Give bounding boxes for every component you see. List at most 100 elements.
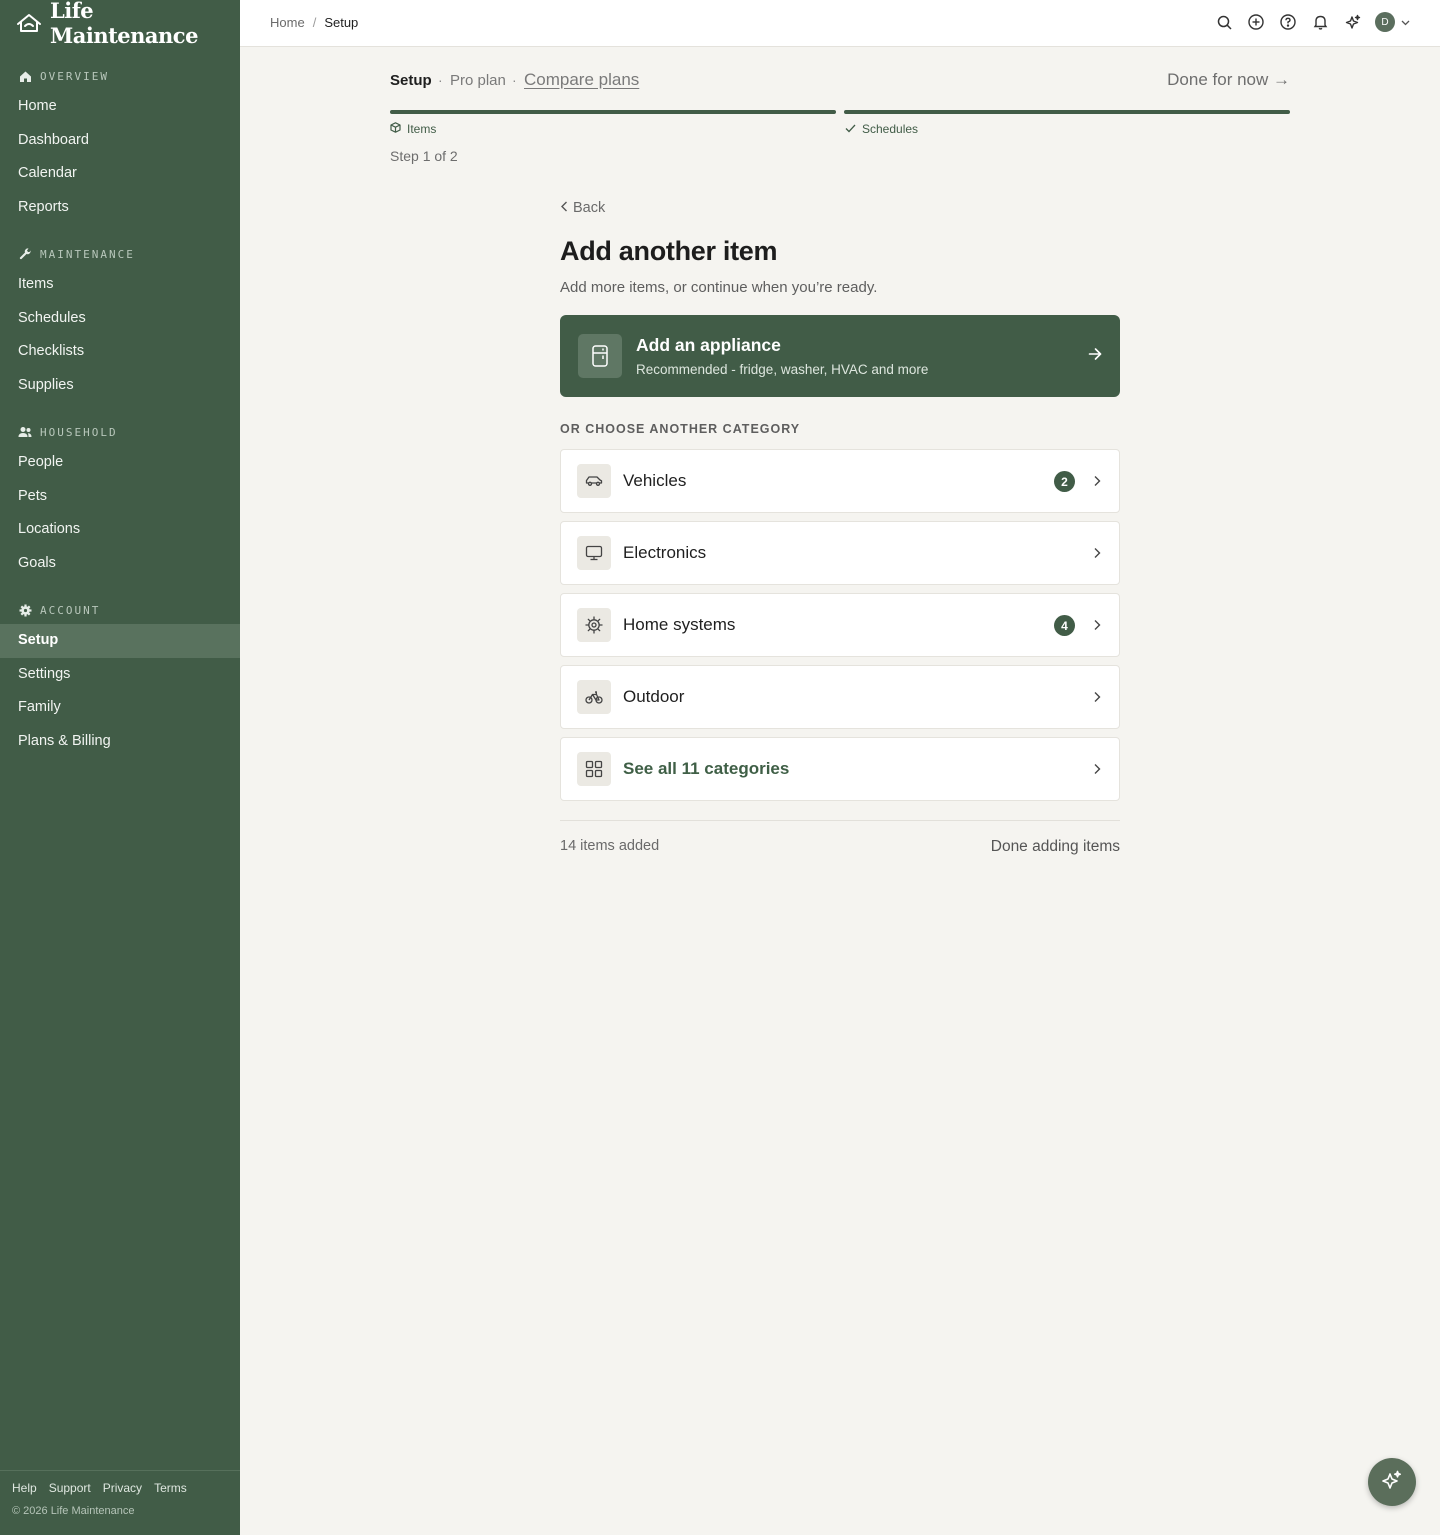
avatar: D: [1375, 12, 1395, 32]
items-added-count: 14 items added: [560, 838, 660, 854]
category-vehicles[interactable]: Vehicles 2: [560, 449, 1120, 513]
nav-heading: OVERVIEW: [40, 69, 109, 83]
sidebar: Life Maintenance OVERVIEW Home Dashboard…: [0, 0, 240, 1535]
sidebar-item-items[interactable]: Items: [0, 268, 240, 302]
topbar-actions: D: [1215, 12, 1410, 32]
back-link[interactable]: Back: [560, 198, 1120, 218]
setup-footer: 14 items added Done adding items: [560, 820, 1120, 856]
appliance-title: Add an appliance: [636, 335, 781, 355]
page-title: Add another item: [560, 236, 778, 266]
done-for-now-button[interactable]: Done for now →: [1167, 70, 1290, 90]
category-label: Vehicles: [623, 471, 687, 490]
arrow-right-icon: [1088, 347, 1102, 366]
sparkle-icon[interactable]: [1343, 13, 1361, 31]
home-icon: [18, 69, 32, 83]
sidebar-item-plans-billing[interactable]: Plans & Billing: [0, 725, 240, 759]
sparkle-icon: [1381, 1469, 1403, 1496]
page-subtitle: Add more items, or continue when you’re …: [560, 279, 878, 296]
nav-heading: ACCOUNT: [40, 603, 101, 617]
category-outdoor[interactable]: Outdoor: [560, 665, 1120, 729]
sidebar-item-calendar[interactable]: Calendar: [0, 157, 240, 191]
back-label: Back: [573, 200, 606, 216]
compare-plans-link[interactable]: Compare plans: [524, 70, 639, 90]
gear-icon: [18, 603, 32, 617]
chevron-down-icon: [1401, 13, 1410, 31]
search-icon[interactable]: [1215, 13, 1233, 31]
nav-section-household: HOUSEHOLD People Pets Locations Goals: [0, 424, 240, 580]
sidebar-item-locations[interactable]: Locations: [0, 513, 240, 547]
sidebar-item-goals[interactable]: Goals: [0, 547, 240, 581]
sidebar-item-people[interactable]: People: [0, 446, 240, 480]
monitor-icon: [577, 536, 611, 570]
logo-icon: [16, 10, 42, 36]
setup-header: Setup · Pro plan · Compare plans Done fo…: [390, 70, 1290, 92]
breadcrumb-separator: /: [312, 15, 317, 30]
chevron-right-icon: [1093, 762, 1101, 780]
see-all-label: See all 11 categories: [623, 759, 790, 778]
chevron-right-icon: [1093, 546, 1101, 564]
assistant-fab[interactable]: [1368, 1458, 1416, 1506]
bell-icon[interactable]: [1311, 13, 1329, 31]
breadcrumb-home[interactable]: Home: [270, 15, 305, 30]
step-label: Schedules: [862, 122, 919, 136]
footer-link-privacy[interactable]: Privacy: [103, 1481, 142, 1495]
see-all-categories[interactable]: See all 11 categories: [560, 737, 1120, 801]
step-schedules[interactable]: Schedules: [845, 122, 918, 136]
category-label: Home systems: [623, 615, 736, 634]
step-label: Items: [407, 122, 437, 136]
sidebar-item-supplies[interactable]: Supplies: [0, 369, 240, 403]
nav-section-maintenance: MAINTENANCE Items Schedules Checklists S…: [0, 246, 240, 402]
topbar: Home / Setup D: [240, 0, 1440, 47]
sidebar-item-home[interactable]: Home: [0, 90, 240, 124]
footer-link-terms[interactable]: Terms: [154, 1481, 187, 1495]
category-heading: OR CHOOSE ANOTHER CATEGORY: [560, 422, 801, 436]
sidebar-item-schedules[interactable]: Schedules: [0, 302, 240, 336]
nav-heading: MAINTENANCE: [40, 247, 135, 261]
footer-link-help[interactable]: Help: [12, 1481, 37, 1495]
sidebar-item-checklists[interactable]: Checklists: [0, 335, 240, 369]
car-icon: [577, 464, 611, 498]
setup-progress: [390, 110, 1290, 114]
user-menu[interactable]: D: [1375, 12, 1410, 32]
sidebar-item-pets[interactable]: Pets: [0, 480, 240, 514]
step-count: Step 1 of 2: [390, 148, 458, 164]
sidebar-item-reports[interactable]: Reports: [0, 191, 240, 225]
category-home-systems[interactable]: Home systems 4: [560, 593, 1120, 657]
breadcrumb: Home / Setup: [270, 15, 358, 30]
app-name: Life Maintenance: [50, 0, 198, 48]
count-badge: 4: [1054, 615, 1075, 636]
wrench-icon: [18, 247, 32, 261]
breadcrumb-current: Setup: [324, 15, 359, 30]
count-badge: 2: [1054, 471, 1075, 492]
footer-link-support[interactable]: Support: [49, 1481, 91, 1495]
box-icon: [390, 122, 401, 136]
check-icon: [845, 122, 856, 136]
copyright: © 2026 Life Maintenance: [12, 1505, 135, 1517]
help-icon[interactable]: [1279, 13, 1297, 31]
appliance-subtitle: Recommended - fridge, washer, HVAC and m…: [636, 362, 929, 377]
add-appliance-card[interactable]: Add an appliance Recommended - fridge, w…: [560, 315, 1120, 397]
nav-section-overview: OVERVIEW Home Dashboard Calendar Reports: [0, 68, 240, 224]
done-adding-button[interactable]: Done adding items: [991, 838, 1120, 856]
nav-section-account: ACCOUNT Setup Settings Family Plans & Bi…: [0, 602, 240, 758]
chevron-left-icon: [560, 200, 569, 216]
cog-icon: [577, 608, 611, 642]
chevron-right-icon: [1093, 690, 1101, 708]
step-items[interactable]: Items: [390, 122, 436, 136]
category-label: Outdoor: [623, 687, 685, 706]
category-list: Vehicles 2 Electronics Home systems 4 Ou…: [560, 449, 1120, 801]
sidebar-item-setup[interactable]: Setup: [0, 624, 240, 658]
separator-dot: ·: [438, 72, 443, 88]
category-electronics[interactable]: Electronics: [560, 521, 1120, 585]
category-label: Electronics: [623, 543, 707, 562]
chevron-right-icon: [1093, 474, 1101, 492]
chevron-right-icon: [1093, 618, 1101, 636]
nav-heading: HOUSEHOLD: [40, 425, 118, 439]
bicycle-icon: [577, 680, 611, 714]
sidebar-item-dashboard[interactable]: Dashboard: [0, 124, 240, 158]
sidebar-item-family[interactable]: Family: [0, 691, 240, 725]
add-circle-icon[interactable]: [1247, 13, 1265, 31]
sidebar-item-settings[interactable]: Settings: [0, 658, 240, 692]
people-icon: [18, 425, 32, 439]
brand[interactable]: Life Maintenance: [0, 0, 240, 48]
